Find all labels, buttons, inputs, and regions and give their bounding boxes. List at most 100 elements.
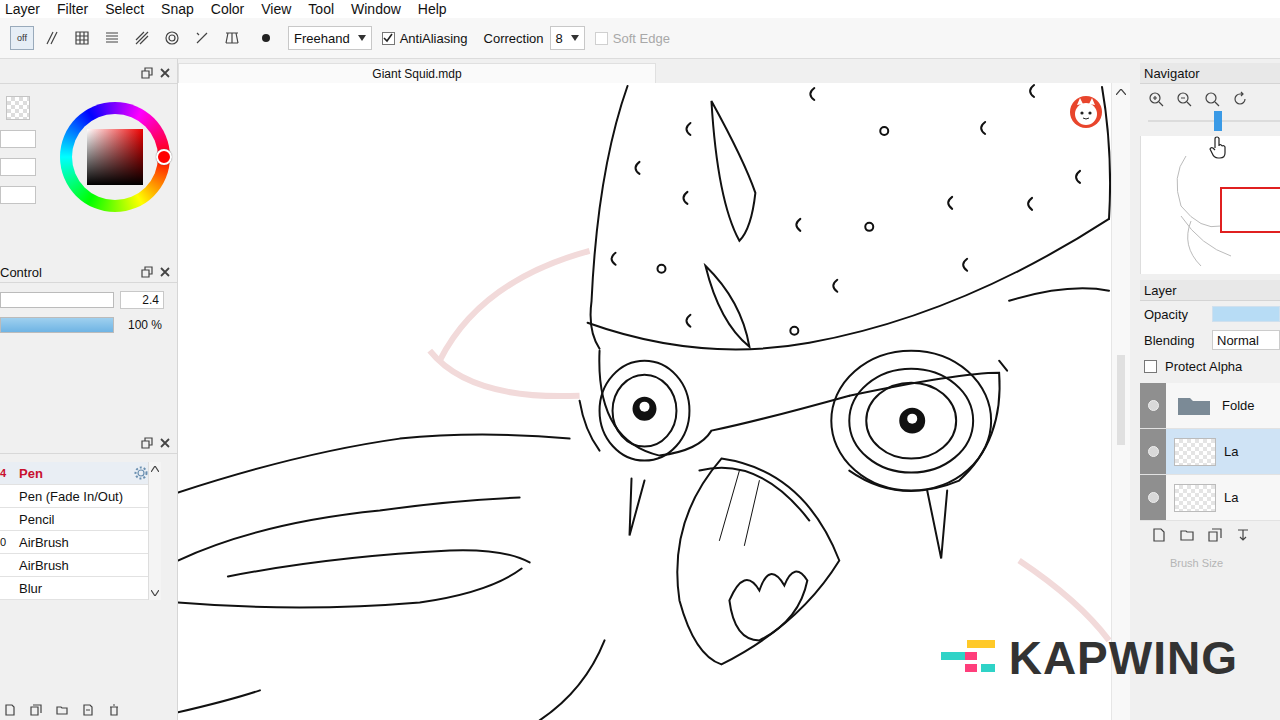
zoom-fit-icon[interactable]	[1204, 91, 1220, 107]
scroll-down-icon[interactable]	[151, 590, 159, 596]
duplicate-icon[interactable]	[82, 704, 94, 716]
snap-button[interactable]	[100, 26, 124, 50]
mode-select[interactable]: Freehand	[288, 26, 372, 50]
brush-item[interactable]: 0AirBrush	[0, 531, 148, 554]
snap-circle-icon[interactable]	[164, 30, 180, 46]
menu-item[interactable]: Window	[351, 1, 401, 17]
opacity-slider[interactable]	[0, 317, 114, 333]
new-brush-icon[interactable]	[4, 704, 16, 716]
antialiasing-toggle[interactable]: AntiAliasing	[382, 31, 468, 46]
dropdown-arrow-icon[interactable]	[571, 35, 579, 41]
spot	[612, 253, 616, 265]
snap-button[interactable]	[130, 26, 154, 50]
canvas[interactable]	[178, 83, 1111, 720]
menu-item[interactable]: Help	[418, 1, 447, 17]
snap-button[interactable]	[190, 26, 214, 50]
brush-item[interactable]: Blur	[0, 577, 148, 600]
view-rect	[1221, 188, 1280, 232]
folder-icon[interactable]	[56, 704, 68, 716]
visibility-toggle[interactable]	[1148, 492, 1159, 503]
color-wheel[interactable]	[60, 102, 170, 212]
new-folder-icon[interactable]	[1180, 528, 1194, 542]
zoom-in-icon[interactable]	[1148, 91, 1164, 107]
menu-item[interactable]: View	[261, 1, 291, 17]
checkbox[interactable]	[1144, 360, 1157, 373]
scroll-up-icon[interactable]	[1116, 89, 1126, 95]
checkbox[interactable]	[382, 32, 395, 45]
correction-select[interactable]: 8	[550, 26, 585, 50]
snap-parallel-icon[interactable]	[44, 30, 60, 46]
spot	[981, 122, 985, 134]
hue-marker[interactable]	[156, 149, 172, 165]
menu-item[interactable]: Snap	[161, 1, 194, 17]
checkbox	[595, 32, 608, 45]
snap-slant-icon[interactable]	[134, 30, 150, 46]
zoom-out-icon[interactable]	[1176, 91, 1192, 107]
brush-item[interactable]: 4Pen	[0, 462, 148, 485]
size-slider[interactable]	[0, 292, 114, 308]
menu-item[interactable]: Filter	[57, 1, 88, 17]
restore-icon[interactable]	[141, 437, 153, 449]
snap-line-icon[interactable]	[194, 30, 210, 46]
swatch[interactable]	[0, 186, 36, 204]
saturation-square[interactable]	[87, 129, 143, 185]
mascot-icon[interactable]	[1069, 95, 1103, 129]
dropdown-arrow-icon[interactable]	[358, 35, 366, 41]
restore-icon[interactable]	[141, 266, 153, 278]
transparent-swatch[interactable]	[6, 96, 30, 120]
snap-button[interactable]	[40, 26, 64, 50]
layer-row[interactable]: La	[1140, 429, 1280, 475]
duplicate-layer-icon[interactable]	[1208, 528, 1222, 542]
brush-item[interactable]: Pencil	[0, 508, 148, 531]
new-layer-icon[interactable]	[1152, 528, 1166, 542]
zoom-knob[interactable]	[1214, 111, 1222, 131]
layer-row[interactable]: La	[1140, 475, 1280, 521]
swatch[interactable]	[0, 130, 36, 148]
menu-item[interactable]: Color	[211, 1, 244, 17]
layer-opacity-slider[interactable]	[1212, 306, 1280, 322]
snap-perspective-icon[interactable]	[224, 30, 240, 46]
close-icon[interactable]	[159, 437, 171, 449]
scroll-up-icon[interactable]	[151, 466, 159, 472]
restore-icon[interactable]	[141, 67, 153, 79]
spot	[790, 327, 798, 335]
canvas-scrollbar[interactable]	[1111, 83, 1130, 720]
control-panel-header: Control	[0, 262, 177, 283]
protect-alpha-toggle[interactable]: Protect Alpha	[1140, 353, 1280, 379]
rotate-icon[interactable]	[1232, 91, 1248, 107]
squid-drawing[interactable]	[178, 83, 1111, 720]
swatch[interactable]	[0, 158, 36, 176]
visibility-toggle[interactable]	[1148, 400, 1159, 411]
brush-scrollbar[interactable]	[148, 462, 161, 600]
snap-button[interactable]	[70, 26, 94, 50]
brush-item[interactable]: AirBrush	[0, 554, 148, 577]
close-icon[interactable]	[159, 266, 171, 278]
folder-row[interactable]: Folde	[1140, 383, 1280, 429]
snap-button[interactable]	[220, 26, 244, 50]
snap-lines-icon[interactable]	[104, 30, 120, 46]
visibility-toggle[interactable]	[1148, 446, 1159, 457]
size-value[interactable]: 2.4	[120, 291, 164, 309]
scroll-thumb[interactable]	[1117, 355, 1125, 445]
menu-item[interactable]: Layer	[5, 1, 40, 17]
gear-icon[interactable]	[134, 466, 148, 480]
kapwing-watermark: KAPWING	[941, 634, 1238, 682]
copy-icon[interactable]	[30, 704, 42, 716]
spot	[686, 123, 690, 135]
spot	[1028, 198, 1032, 210]
close-icon[interactable]	[159, 67, 171, 79]
snap-grid-icon[interactable]	[74, 30, 90, 46]
merge-icon[interactable]	[1236, 528, 1250, 542]
menu-item[interactable]: Select	[105, 1, 144, 17]
snap-button[interactable]	[160, 26, 184, 50]
snap-off-button[interactable]: off	[10, 26, 34, 50]
spot	[833, 280, 837, 292]
brush-item[interactable]: Pen (Fade In/Out)	[0, 485, 148, 508]
document-tab[interactable]: Giant Squid.mdp	[178, 63, 656, 83]
blending-select[interactable]: Normal	[1212, 330, 1280, 350]
menu-item[interactable]: Tool	[308, 1, 334, 17]
right-panel: NavigatorLayerOpacityBlendingNormalProte…	[1140, 59, 1280, 720]
zoom-slider[interactable]	[1148, 120, 1280, 122]
navigator-thumbnail[interactable]	[1140, 136, 1280, 274]
delete-icon[interactable]	[108, 704, 120, 716]
